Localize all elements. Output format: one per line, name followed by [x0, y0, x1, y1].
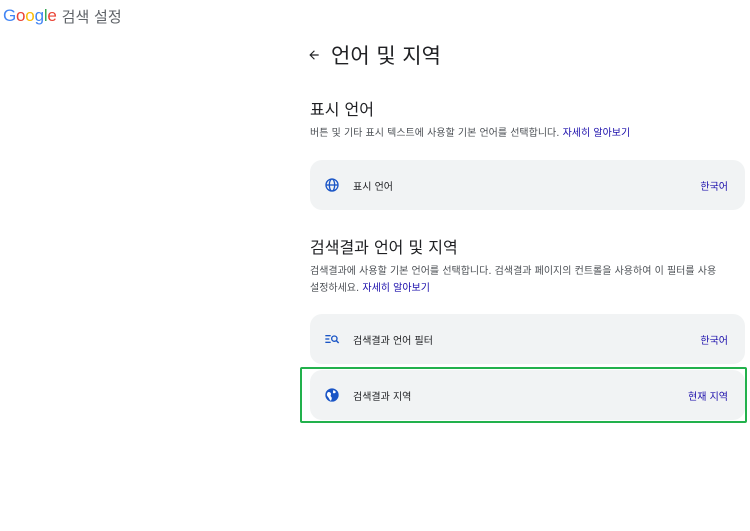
page-title: 언어 및 지역	[331, 44, 441, 68]
results-language-description: 검색결과에 사용할 기본 언어를 선택합니다. 검색결과 페이지의 컨트롤을 사…	[310, 263, 716, 297]
card-value: 한국어	[700, 335, 728, 347]
card-value: 한국어	[700, 181, 728, 193]
display-language-heading: 표시 언어	[310, 100, 374, 119]
globe-icon	[325, 178, 339, 192]
card-value: 현재 지역	[688, 391, 728, 403]
display-language-description: 버튼 및 기타 표시 텍스트에 사용할 기본 언어를 선택합니다. 자세히 알아…	[310, 125, 630, 142]
learn-more-link[interactable]: 자세히 알아보기	[563, 128, 631, 139]
results-region-card[interactable]: 검색결과 지역 현재 지역	[310, 370, 745, 420]
card-label: 검색결과 지역	[353, 391, 412, 403]
description-line: 검색결과에 사용할 기본 언어를 선택합니다. 검색결과 페이지의 컨트롤을 사…	[310, 266, 717, 277]
logo-letter: G	[3, 6, 17, 25]
logo-letter: o	[25, 6, 35, 25]
learn-more-link[interactable]: 자세히 알아보기	[362, 283, 430, 294]
back-arrow-icon	[309, 50, 319, 60]
card-label: 검색결과 언어 필터	[353, 335, 433, 347]
results-language-heading: 검색결과 언어 및 지역	[310, 238, 458, 257]
back-button[interactable]	[305, 44, 323, 66]
logo-letter: e	[47, 6, 57, 25]
card-label: 표시 언어	[353, 181, 393, 193]
results-language-filter-card[interactable]: 검색결과 언어 필터 한국어	[310, 314, 745, 364]
top-bar: Google 검색 설정	[3, 4, 122, 28]
filter-search-icon	[325, 335, 340, 344]
description-text: 버튼 및 기타 표시 텍스트에 사용할 기본 언어를 선택합니다.	[310, 128, 560, 139]
google-logo[interactable]: Google	[3, 6, 57, 26]
description-text: 설정하세요.	[310, 283, 360, 294]
globe-filled-icon	[325, 388, 339, 402]
logo-letter: o	[16, 6, 26, 25]
description-line-2: 설정하세요. 자세히 알아보기	[310, 280, 716, 297]
display-language-card[interactable]: 표시 언어 한국어	[310, 160, 745, 210]
settings-title: 검색 설정	[61, 7, 122, 26]
logo-letter: g	[34, 6, 44, 25]
